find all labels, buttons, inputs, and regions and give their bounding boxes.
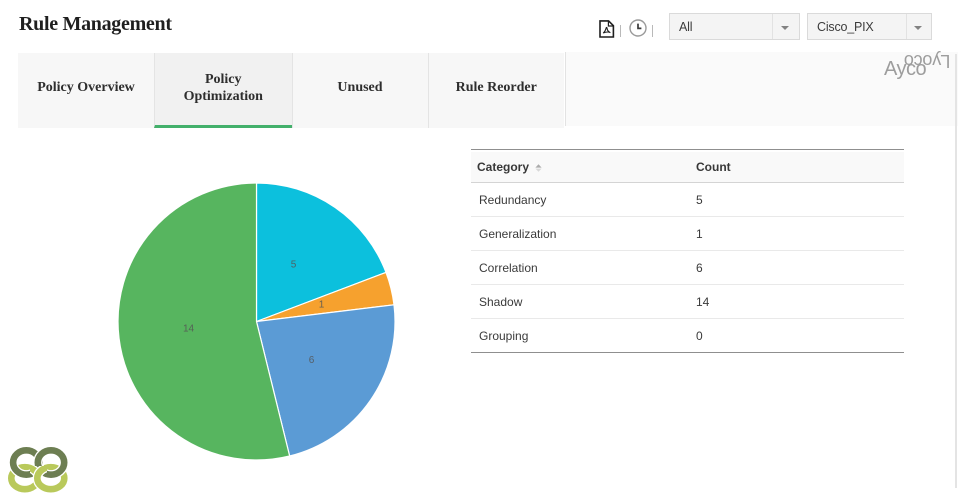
svg-text:5: 5 [291, 260, 297, 271]
svg-text:6: 6 [309, 355, 315, 366]
svg-text:1: 1 [319, 300, 325, 311]
svg-text:14: 14 [183, 324, 195, 335]
